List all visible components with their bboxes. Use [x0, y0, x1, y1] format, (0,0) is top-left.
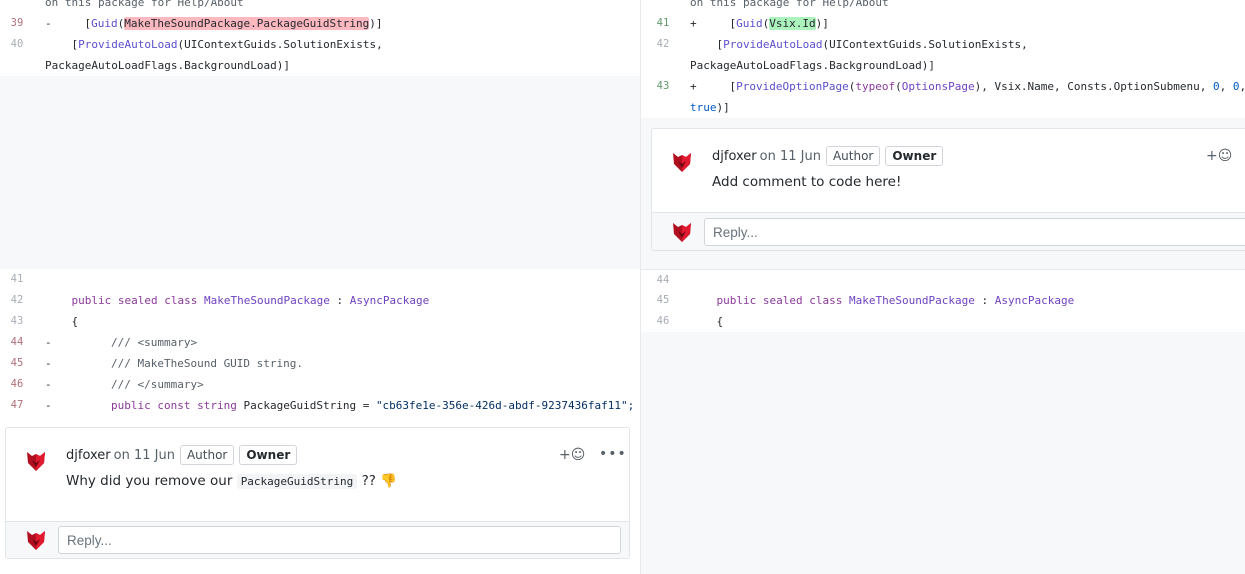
- diff-marker: -: [45, 399, 52, 412]
- reply-bar: [652, 212, 1245, 250]
- thumbs-down-icon: 👎: [380, 473, 398, 489]
- comment-header: djfoxer on 11 Jun Author Owner: [712, 146, 944, 167]
- owner-badge: Owner: [885, 146, 944, 166]
- reply-input[interactable]: [704, 218, 1245, 246]
- diff-marker: -: [45, 357, 52, 370]
- comment-date[interactable]: on 11 Jun: [760, 149, 821, 164]
- add-reaction-icon[interactable]: +☺: [1206, 148, 1232, 164]
- diff-marker: +: [690, 80, 697, 93]
- author-badge: Author: [825, 146, 881, 166]
- diff-marker: +: [690, 17, 697, 30]
- changed-token: MakeTheSoundPackage.PackageGuidString: [124, 17, 370, 30]
- comment-date[interactable]: on 11 Jun: [114, 448, 175, 463]
- review-comment: djfoxer on 11 Jun Author Owner +☺ Add comme…: [652, 129, 1245, 213]
- owner-badge: Owner: [239, 445, 298, 465]
- diff-marker: -: [45, 378, 52, 391]
- diff-marker: -: [45, 336, 52, 349]
- comment-text: Add comment to code here!: [712, 174, 902, 190]
- author-link[interactable]: djfoxer: [712, 149, 757, 164]
- inline-code: PackageGuidString: [236, 474, 358, 489]
- empty-diff-space: [641, 332, 1245, 574]
- diff-pane-left: on this package for Help/About 39 - [Gui…: [0, 0, 640, 574]
- fox-avatar-icon[interactable]: [25, 450, 47, 472]
- fox-avatar-icon[interactable]: [671, 151, 693, 173]
- diff-marker: -: [45, 17, 52, 30]
- author-link[interactable]: djfoxer: [66, 448, 111, 463]
- reply-bar: [6, 521, 629, 558]
- comment-header: djfoxer on 11 Jun Author Owner: [66, 445, 298, 466]
- fox-avatar-icon: [673, 223, 691, 242]
- empty-diff-space: [0, 76, 640, 269]
- code-line: 44: [641, 269, 1245, 286]
- author-badge: Author: [179, 445, 235, 465]
- add-reaction-icon[interactable]: +☺: [559, 447, 585, 463]
- review-comment: djfoxer on 11 Jun Author Owner +☺ ••• Why d…: [6, 428, 629, 512]
- fox-avatar-icon: [27, 531, 45, 550]
- comment-thread: djfoxer on 11 Jun Author Owner +☺ ••• Why d…: [5, 427, 630, 559]
- comment-thread: djfoxer on 11 Jun Author Owner +☺ Add comme…: [651, 128, 1245, 251]
- changed-token: Vsix.Id: [769, 17, 816, 30]
- diff-pane-right: on this package for Help/About 41 + [Gui…: [641, 0, 1245, 574]
- more-options-icon[interactable]: •••: [599, 446, 627, 462]
- reply-input[interactable]: [58, 526, 621, 554]
- comment-text: Why did you remove our PackageGuidString…: [66, 473, 398, 489]
